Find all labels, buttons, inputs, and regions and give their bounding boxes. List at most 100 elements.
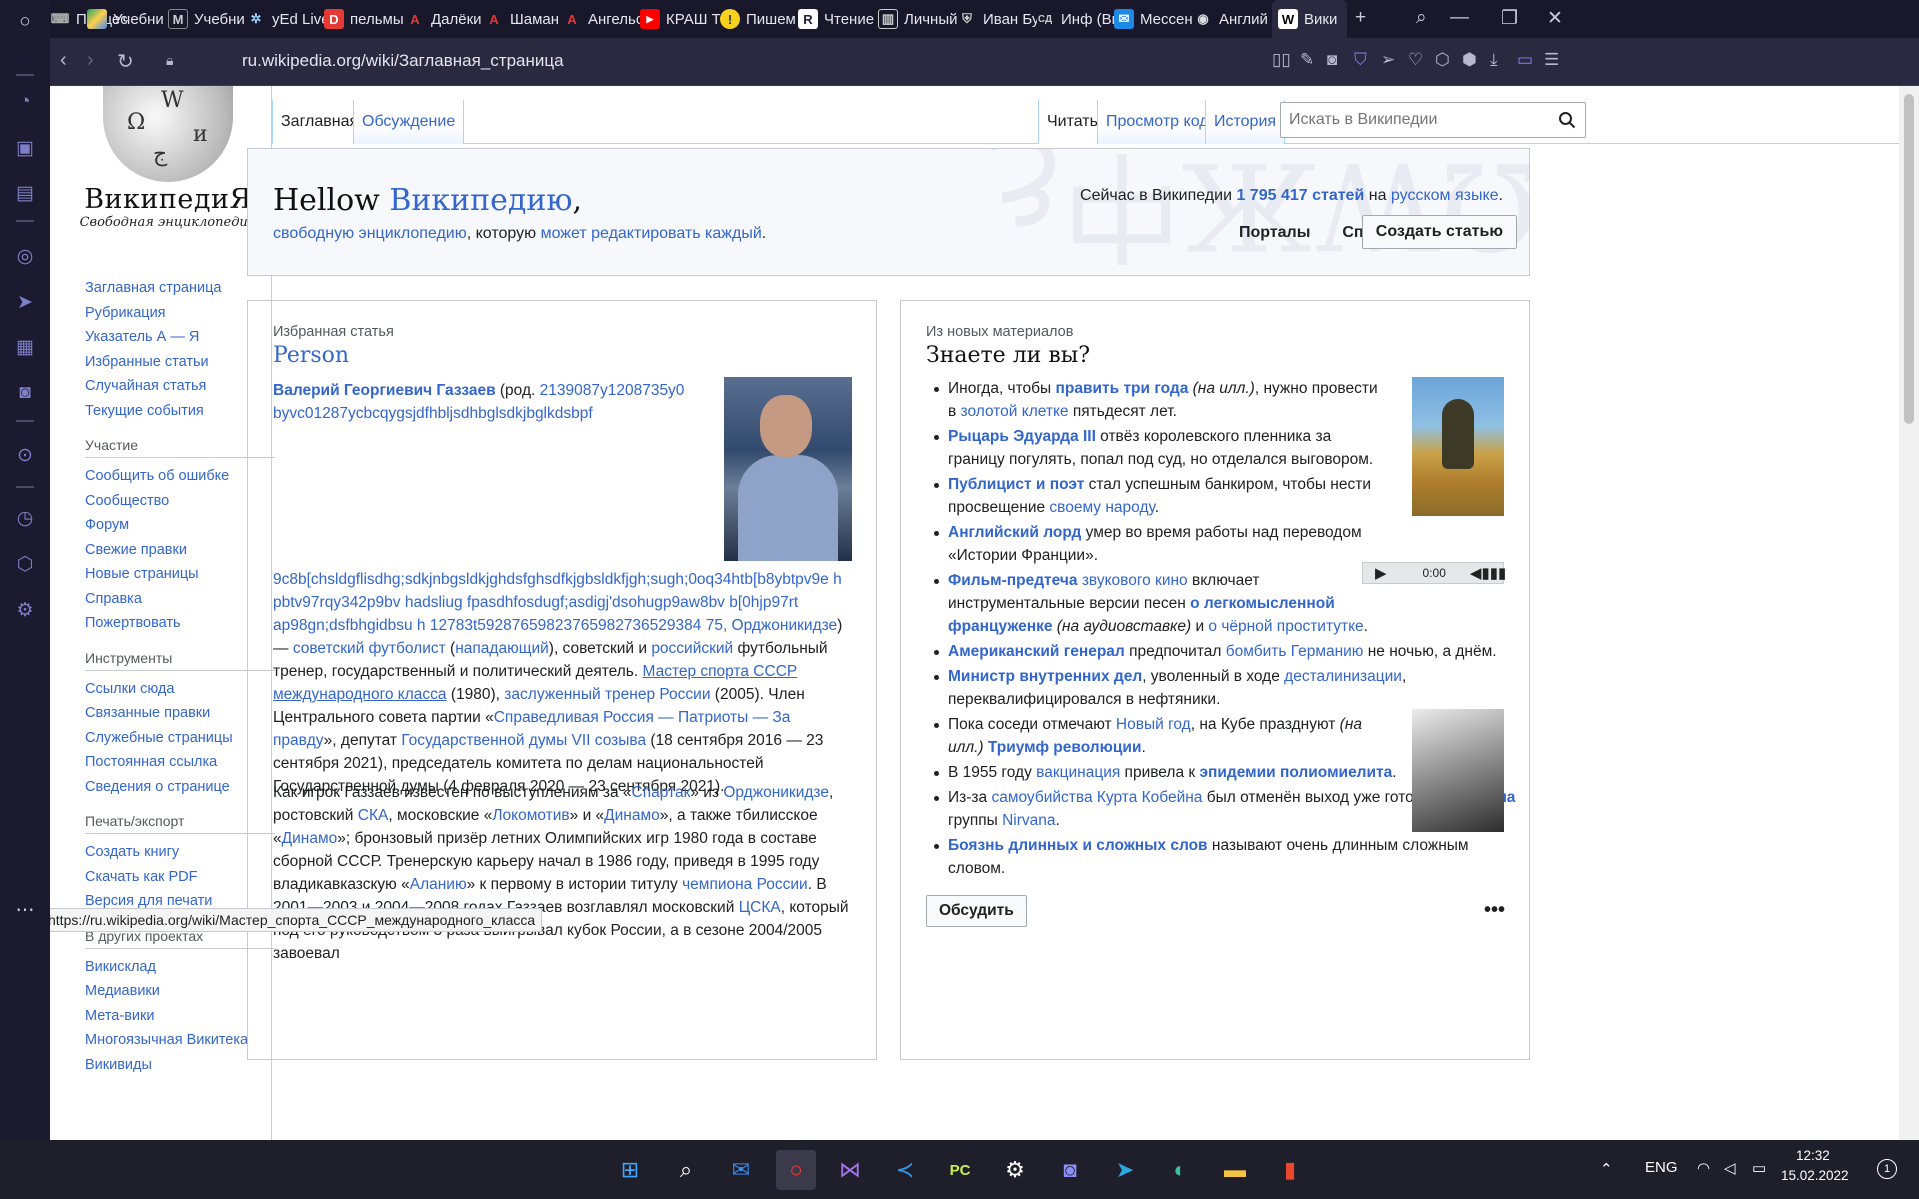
dyk-link[interactable]: Американский генерал bbox=[948, 643, 1125, 660]
browser-tab[interactable]: A Далёки bbox=[405, 0, 485, 38]
discord-icon[interactable]: ◙ bbox=[1050, 1150, 1090, 1190]
dyk-link[interactable]: Nirvana bbox=[1002, 812, 1055, 829]
whatsapp-icon[interactable]: ◎ bbox=[12, 243, 38, 269]
dyk-link[interactable]: бомбить Германию bbox=[1226, 643, 1364, 660]
active-tab[interactable]: WВики✕ bbox=[1272, 0, 1347, 38]
close-tab-icon[interactable]: ✕ bbox=[1345, 10, 1347, 28]
dyk-link[interactable]: Министр внутренних дел bbox=[948, 668, 1142, 685]
dyk-link[interactable]: эпидемии полиомиелита bbox=[1199, 764, 1392, 781]
dyk-link[interactable]: о чёрной проститутке bbox=[1208, 618, 1363, 635]
browser-tab[interactable]: R Чтение bbox=[798, 0, 878, 38]
search-icon[interactable] bbox=[1552, 105, 1582, 135]
browser-tab[interactable]: ! Пишем bbox=[720, 0, 800, 38]
play-icon[interactable]: ▶ bbox=[1375, 564, 1387, 582]
tab-history[interactable]: История bbox=[1205, 100, 1286, 144]
browser-tab[interactable]: Dпельмы bbox=[324, 0, 404, 38]
notification-icon[interactable]: 1 bbox=[1877, 1159, 1897, 1179]
extensions-icon[interactable]: ⬢ bbox=[1462, 50, 1477, 70]
browser-tab[interactable]: ✉ Мессен bbox=[1114, 0, 1194, 38]
footballer-link[interactable]: советский футболист bbox=[293, 640, 446, 657]
browser-tab[interactable]: A Шаман bbox=[484, 0, 564, 38]
russian-language-link[interactable]: русском языке bbox=[1391, 187, 1499, 204]
wikipedia-link[interactable]: Википедию bbox=[389, 183, 572, 218]
history-icon[interactable]: ◷ bbox=[12, 505, 38, 531]
restore-icon[interactable]: ❐ bbox=[1501, 7, 1518, 30]
office-icon[interactable]: ▮ bbox=[1270, 1150, 1310, 1190]
opera-icon[interactable]: ○ bbox=[776, 1150, 816, 1190]
wifi-icon[interactable]: ◠ bbox=[1697, 1159, 1710, 1177]
wikipedia-logo[interactable]: ΩWиج ВикипедиЯ Свободная энциклопедия bbox=[68, 86, 268, 230]
close-window-icon[interactable]: ✕ bbox=[1547, 7, 1563, 30]
state-duma-link[interactable]: Государственной думы VII созыва bbox=[401, 732, 646, 749]
more-options-icon[interactable]: ••• bbox=[1484, 899, 1505, 922]
search-tabs-icon[interactable]: ⌕ bbox=[1416, 7, 1427, 29]
free-encyclopedia-link[interactable]: свободную энциклопедию bbox=[273, 225, 467, 242]
dinamo-tbilisi-link[interactable]: Динамо bbox=[282, 830, 338, 847]
spartak-link[interactable]: Спартак bbox=[632, 784, 691, 801]
twitch-icon[interactable]: ▤ bbox=[12, 180, 38, 206]
dyk-link[interactable]: Новый год bbox=[1116, 716, 1191, 733]
opera-menu-icon[interactable]: ○ bbox=[12, 9, 38, 35]
search-input[interactable] bbox=[1280, 102, 1586, 138]
battery-saver-icon[interactable]: ▭ bbox=[1517, 50, 1533, 70]
easy-setup-icon[interactable]: ☰ bbox=[1544, 50, 1559, 70]
dyk-link[interactable]: Рыцарь Эдуарда III bbox=[948, 428, 1096, 445]
edge-icon[interactable]: ◐ bbox=[1160, 1150, 1200, 1190]
pycharm-icon[interactable]: PC bbox=[940, 1150, 980, 1190]
cska-link[interactable]: ЦСКА bbox=[739, 899, 781, 916]
article-count-link[interactable]: 1 795 417 статей bbox=[1236, 187, 1364, 204]
download-icon[interactable]: ⤓ bbox=[1490, 50, 1498, 70]
tray-chevron-icon[interactable]: ⌃ bbox=[1600, 1160, 1613, 1178]
back-icon[interactable]: ‹ bbox=[60, 49, 67, 72]
dyk-link[interactable]: Фильм-предтеча bbox=[948, 572, 1078, 589]
send-icon[interactable]: ➢ bbox=[1381, 50, 1395, 70]
create-article-button[interactable]: Создать статью bbox=[1361, 215, 1517, 249]
lokomotiv-link[interactable]: Локомотив bbox=[492, 807, 569, 824]
forward-icon[interactable]: › bbox=[87, 49, 94, 72]
volume-icon[interactable]: ◀▮▮▮ bbox=[1470, 564, 1506, 582]
dinamo-moscow-link[interactable]: Динамо bbox=[604, 807, 660, 824]
browser-tab[interactable]: ◉ Англий bbox=[1193, 0, 1273, 38]
browser-tab[interactable]: A Ангельс bbox=[562, 0, 642, 38]
camera-icon[interactable]: ◙ bbox=[1327, 50, 1337, 70]
telegram-icon[interactable]: ➤ bbox=[1105, 1150, 1145, 1190]
browser-tab[interactable]: Учебни bbox=[87, 0, 167, 38]
telegram-icon[interactable]: ➤ bbox=[12, 289, 38, 315]
sultan-image[interactable] bbox=[1412, 377, 1504, 516]
bag-icon[interactable]: ▣ bbox=[12, 135, 38, 161]
search-icon[interactable]: ⌕ bbox=[666, 1150, 706, 1190]
revolution-photo[interactable] bbox=[1412, 709, 1504, 832]
vpn-icon[interactable]: ⛉ bbox=[1354, 50, 1367, 70]
tab-talk[interactable]: Обсуждение bbox=[353, 100, 465, 144]
scrollbar-thumb[interactable] bbox=[1904, 94, 1914, 424]
page-scrollbar[interactable] bbox=[1899, 86, 1919, 1140]
person-name-link[interactable]: Валерий Георгиевич Газзаев bbox=[273, 382, 496, 399]
settings-icon[interactable]: ⚙ bbox=[12, 597, 38, 623]
dyk-link[interactable]: вакцинация bbox=[1036, 764, 1120, 781]
new-tab-icon[interactable]: + bbox=[1355, 7, 1366, 29]
reader-icon[interactable]: ▯▯ bbox=[1272, 50, 1291, 70]
alania-link[interactable]: Аланию bbox=[410, 876, 467, 893]
dyk-link[interactable]: десталинизации bbox=[1284, 668, 1402, 685]
minimize-icon[interactable]: — bbox=[1450, 7, 1469, 29]
ska-link[interactable]: СКА bbox=[358, 807, 389, 824]
vk-icon[interactable]: ▦ bbox=[12, 334, 38, 360]
language-indicator[interactable]: ENG bbox=[1645, 1159, 1678, 1176]
dyk-link[interactable]: Английский лорд bbox=[948, 524, 1081, 541]
russian-link[interactable]: российский bbox=[651, 640, 733, 657]
folder-icon[interactable]: ▬ bbox=[1215, 1150, 1255, 1190]
player-icon[interactable]: ⊙ bbox=[12, 442, 38, 468]
browser-tab[interactable]: СД Инф (Ви bbox=[1035, 0, 1115, 38]
clock-time[interactable]: 12:32 bbox=[1796, 1148, 1830, 1163]
honored-coach-link[interactable]: заслуженный тренер России bbox=[504, 686, 710, 703]
speed-dial-icon[interactable]: ◔ bbox=[12, 89, 38, 115]
heart-icon[interactable]: ♡ bbox=[1408, 50, 1423, 70]
discuss-button[interactable]: Обсудить bbox=[926, 895, 1027, 927]
dyk-link[interactable]: править три года bbox=[1056, 380, 1189, 397]
steam-icon[interactable]: ⚙ bbox=[995, 1150, 1035, 1190]
dyk-link[interactable]: золотой клетке bbox=[961, 403, 1069, 420]
dyk-link[interactable]: звукового кино bbox=[1082, 572, 1188, 589]
lock-icon[interactable]: 🔒︎ bbox=[166, 52, 173, 69]
dyk-link[interactable]: самоубийства Курта Кобейна bbox=[991, 789, 1202, 806]
portals-link[interactable]: Порталы bbox=[1239, 224, 1310, 241]
